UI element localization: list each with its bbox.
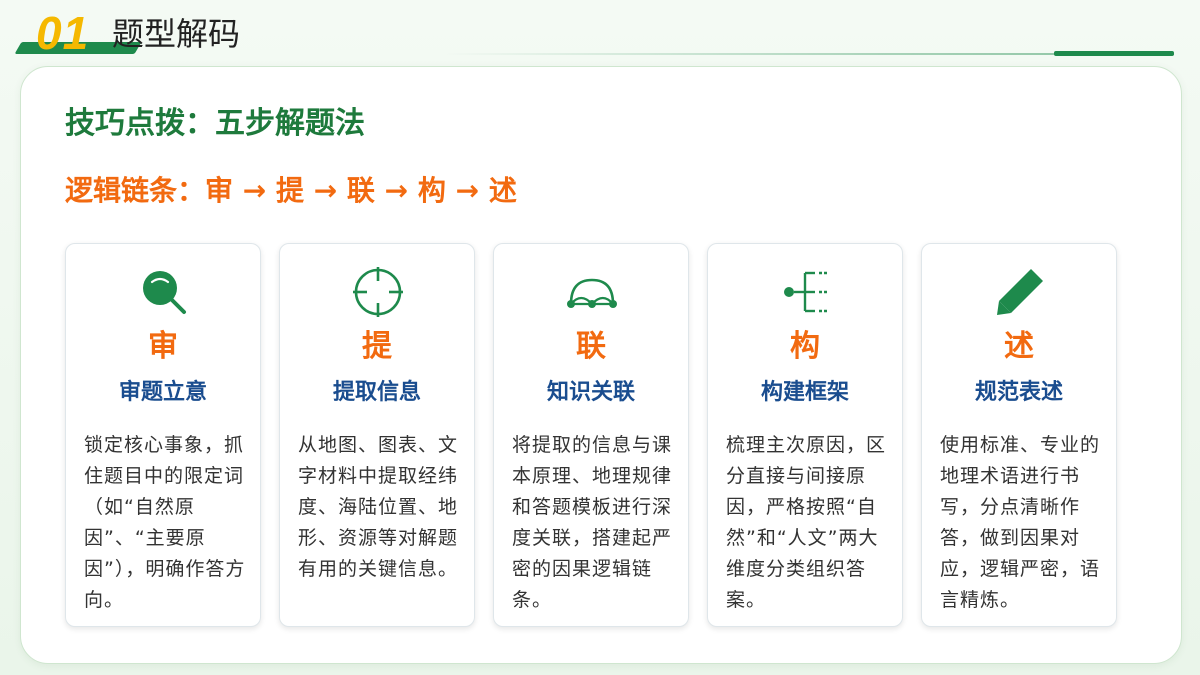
step-char: 联 <box>576 329 606 364</box>
step-cards: 审 审题立意 锁定核心事象，抓住题目中的限定词（如“自然原因”、“主要原因”），… <box>65 243 1125 627</box>
step-char: 述 <box>1004 329 1034 364</box>
crosshair-icon <box>348 264 408 320</box>
step-subtitle: 规范表述 <box>974 380 1063 405</box>
step-card-5: 述 规范表述 使用标准、专业的地理术语进行书写，分点清晰作答，做到因果对应，逻辑… <box>921 243 1117 627</box>
step-char: 提 <box>362 329 392 364</box>
step-card-3: 联 知识关联 将提取的信息与课本原理、地理规律和答题模板进行深度关联，搭建起严密… <box>493 243 689 627</box>
step-char: 审 <box>148 329 178 364</box>
step-char: 构 <box>790 329 820 364</box>
step-subtitle: 构建框架 <box>760 380 849 405</box>
step-subtitle: 提取信息 <box>332 380 421 405</box>
step-description: 锁定核心事象，抓住题目中的限定词（如“自然原因”、“主要原因”），明确作答方向。 <box>84 434 246 611</box>
header-accent-bar <box>1054 51 1174 56</box>
pencil-icon <box>990 264 1050 320</box>
section-number: 01 <box>36 7 90 59</box>
step-subtitle: 知识关联 <box>546 380 635 405</box>
step-subtitle: 审题立意 <box>118 380 207 405</box>
link-arc-icon <box>562 264 622 320</box>
logic-chain: 逻辑链条：审 → 提 → 联 → 构 → 述 <box>65 174 517 207</box>
step-description: 梳理主次原因，区分直接与间接原因，严格按照“自然”和“人文”两大维度分类组织答案… <box>726 434 887 611</box>
tree-structure-icon <box>776 264 836 320</box>
panel-title: 技巧点拨：五步解题法 <box>65 106 365 141</box>
step-description: 将提取的信息与课本原理、地理规律和答题模板进行深度关联，搭建起严密的因果逻辑链条… <box>512 434 673 611</box>
main-panel: 技巧点拨：五步解题法 逻辑链条：审 → 提 → 联 → 构 → 述 审 审题立意… <box>20 66 1182 664</box>
step-card-1: 审 审题立意 锁定核心事象，抓住题目中的限定词（如“自然原因”、“主要原因”），… <box>65 243 261 627</box>
step-card-2: 提 提取信息 从地图、图表、文字材料中提取经纬度、海陆位置、地形、资源等对解题有… <box>279 243 475 627</box>
step-card-4: 构 构建框架 梳理主次原因，区分直接与间接原因，严格按照“自然”和“人文”两大维… <box>707 243 903 627</box>
magnifier-icon <box>134 264 194 320</box>
step-description: 使用标准、专业的地理术语进行书写，分点清晰作答，做到因果对应，逻辑严密，语言精炼… <box>940 434 1101 611</box>
header: 01 题型解码 <box>0 0 1200 66</box>
section-title: 题型解码 <box>112 15 241 53</box>
step-description: 从地图、图表、文字材料中提取经纬度、海陆位置、地形、资源等对解题有用的关键信息。 <box>298 434 459 580</box>
